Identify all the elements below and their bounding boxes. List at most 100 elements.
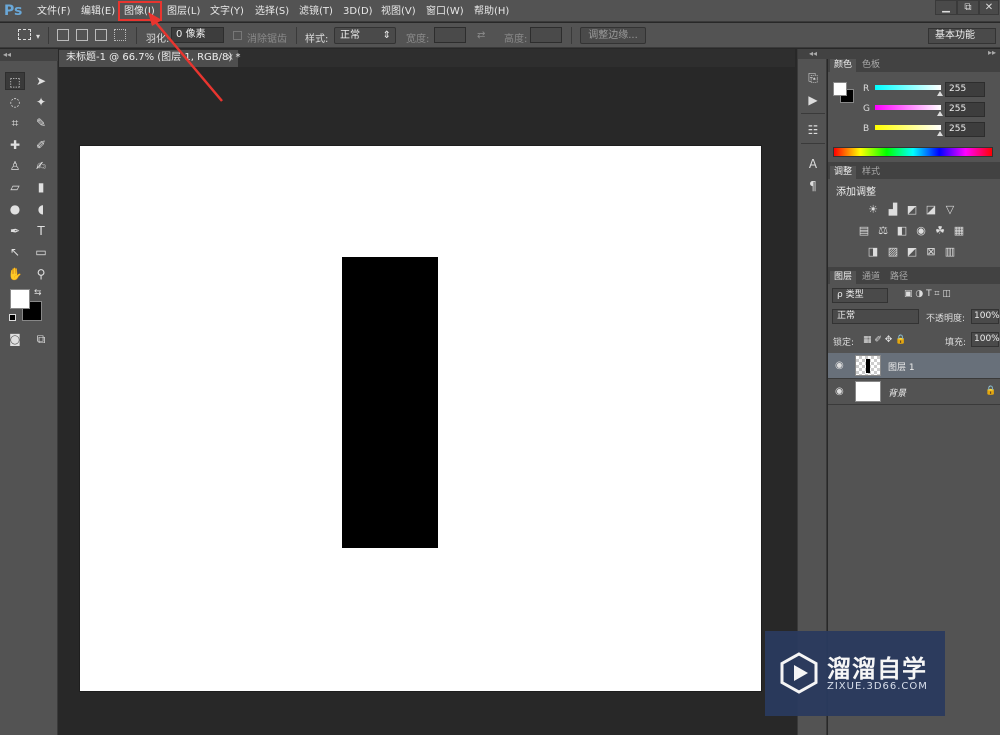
type-icon[interactable]: T — [31, 222, 51, 240]
brush-icon[interactable]: ✐ — [31, 136, 51, 154]
tab-swatches[interactable]: 色板 — [858, 59, 884, 72]
blue-slider-thumb[interactable] — [937, 131, 943, 136]
new-selection-icon[interactable] — [57, 29, 69, 41]
close-window-button[interactable]: ✕ — [979, 0, 999, 15]
tab-paths[interactable]: 路径 — [886, 271, 912, 284]
gradient-map-icon[interactable]: ⊠ — [924, 246, 938, 258]
menu-file[interactable]: 文件(F) — [37, 4, 71, 19]
color-panel-foreground-swatch[interactable] — [833, 82, 847, 96]
document-tab[interactable]: 未标题-1 @ 66.7% (图层 1, RGB/8) * × — [59, 50, 240, 67]
paragraph-panel-icon[interactable]: ¶ — [803, 177, 823, 195]
rect-marquee-preset-icon[interactable] — [18, 29, 31, 40]
selective-color-icon[interactable]: ▥ — [943, 246, 957, 258]
rect-marquee-icon[interactable]: ⬚ — [5, 72, 25, 90]
clone-stamp-icon[interactable]: ♙ — [5, 157, 25, 175]
layer-row[interactable]: ◉ 图层 1 — [828, 353, 1000, 379]
refine-edge-button[interactable]: 调整边缘... — [580, 27, 646, 44]
layer-row[interactable]: ◉ 背景 🔒 — [828, 379, 1000, 405]
photo-filter-icon[interactable]: ◉ — [914, 225, 928, 237]
character-panel-icon[interactable]: A — [803, 155, 823, 173]
zoom-icon[interactable]: ⚲ — [31, 265, 51, 283]
green-slider[interactable] — [875, 105, 941, 110]
tab-color[interactable]: 颜色 — [830, 59, 857, 72]
menu-window[interactable]: 窗口(W) — [426, 4, 464, 19]
fill-input[interactable]: 100% — [971, 332, 1000, 347]
menu-type[interactable]: 文字(Y) — [210, 4, 244, 19]
healing-brush-icon[interactable]: ✚ — [5, 136, 25, 154]
red-slider[interactable] — [875, 85, 941, 90]
default-colors-icon[interactable] — [9, 314, 16, 321]
posterize-icon[interactable]: ▨ — [886, 246, 900, 258]
eye-icon[interactable]: ◉ — [835, 386, 844, 397]
tab-styles[interactable]: 样式 — [858, 166, 884, 179]
feather-input[interactable]: 0 像素 — [171, 27, 224, 43]
layer-filter-icons[interactable]: ▣ ◑ T ⌗ ◫ — [904, 289, 951, 299]
red-value-input[interactable]: 255 — [945, 82, 985, 97]
black-white-icon[interactable]: ◧ — [895, 225, 909, 237]
brightness-icon[interactable]: ☀ — [866, 204, 880, 216]
quick-mask-icon[interactable]: ◙ — [5, 330, 25, 348]
opacity-input[interactable]: 100% — [971, 309, 1000, 324]
tools-collapse-icon[interactable]: ◂◂ — [0, 49, 58, 61]
crop-icon[interactable]: ⌗ — [5, 114, 25, 132]
panels-collapse-icon[interactable]: ▸▸ — [988, 48, 996, 57]
menu-select[interactable]: 选择(S) — [255, 4, 289, 19]
foreground-color-swatch[interactable] — [10, 289, 30, 309]
workspace-select[interactable]: 基本功能 — [928, 28, 996, 44]
properties-panel-icon[interactable]: ☷ — [803, 121, 823, 139]
menu-view[interactable]: 视图(V) — [381, 4, 416, 19]
menu-filter[interactable]: 滤镜(T) — [299, 4, 333, 19]
levels-icon[interactable]: ▟ — [886, 204, 900, 216]
menu-3d[interactable]: 3D(D) — [343, 4, 373, 19]
restore-button[interactable]: ⧉ — [957, 0, 979, 15]
gradient-icon[interactable]: ▮ — [31, 178, 51, 196]
magic-wand-icon[interactable]: ✦ — [31, 93, 51, 111]
color-lookup-icon[interactable]: ▦ — [952, 225, 966, 237]
green-value-input[interactable]: 255 — [945, 102, 985, 117]
lock-icons[interactable]: ▦ ✐ ✥ 🔒 — [863, 335, 906, 345]
intersect-selection-icon[interactable] — [114, 29, 126, 41]
color-spectrum-bar[interactable] — [833, 147, 993, 157]
blue-slider[interactable] — [875, 125, 941, 130]
channel-mixer-icon[interactable]: ☘ — [933, 225, 947, 237]
dodge-icon[interactable]: ◖ — [31, 200, 51, 218]
exposure-icon[interactable]: ◪ — [924, 204, 938, 216]
dock-collapse-icon[interactable]: ◂◂ — [798, 49, 828, 59]
red-slider-thumb[interactable] — [937, 91, 943, 96]
threshold-icon[interactable]: ◩ — [905, 246, 919, 258]
blue-value-input[interactable]: 255 — [945, 122, 985, 137]
color-balance-icon[interactable]: ⚖ — [876, 225, 890, 237]
invert-icon[interactable]: ◨ — [866, 246, 880, 258]
path-select-icon[interactable]: ↖ — [5, 243, 25, 261]
antialias-checkbox[interactable] — [233, 31, 242, 40]
menu-help[interactable]: 帮助(H) — [474, 4, 509, 19]
hue-saturation-icon[interactable]: ▤ — [857, 225, 871, 237]
green-slider-thumb[interactable] — [937, 111, 943, 116]
pen-icon[interactable]: ✒ — [5, 222, 25, 240]
screen-mode-icon[interactable]: ⧉ — [31, 330, 51, 348]
eraser-icon[interactable]: ▱ — [5, 178, 25, 196]
close-tab-icon[interactable]: × — [226, 50, 234, 66]
height-input[interactable] — [530, 27, 562, 43]
menu-edit[interactable]: 编辑(E) — [81, 4, 115, 19]
eye-icon[interactable]: ◉ — [835, 360, 844, 371]
blur-icon[interactable]: ● — [5, 200, 25, 218]
swap-colors-icon[interactable]: ⇆ — [34, 288, 42, 298]
black-rectangle-layer[interactable] — [342, 257, 438, 548]
add-selection-icon[interactable] — [76, 29, 88, 41]
blend-mode-select[interactable]: 正常 — [832, 309, 919, 324]
actions-play-icon[interactable]: ▶ — [803, 91, 823, 109]
subtract-selection-icon[interactable] — [95, 29, 107, 41]
move-icon[interactable]: ➤ — [31, 72, 51, 90]
tab-adjustments[interactable]: 调整 — [830, 166, 857, 179]
history-panel-icon[interactable]: ⎘ — [803, 69, 823, 87]
vibrance-icon[interactable]: ▽ — [943, 204, 957, 216]
style-select[interactable]: 正常 ⇕ — [334, 27, 396, 44]
width-input[interactable] — [434, 27, 466, 43]
eyedropper-icon[interactable]: ✎ — [31, 114, 51, 132]
tab-layers[interactable]: 图层 — [830, 271, 857, 284]
curves-icon[interactable]: ◩ — [905, 204, 919, 216]
preset-dropdown-icon[interactable]: ▾ — [36, 32, 40, 41]
menu-layer[interactable]: 图层(L) — [167, 4, 200, 19]
tab-channels[interactable]: 通道 — [858, 271, 884, 284]
